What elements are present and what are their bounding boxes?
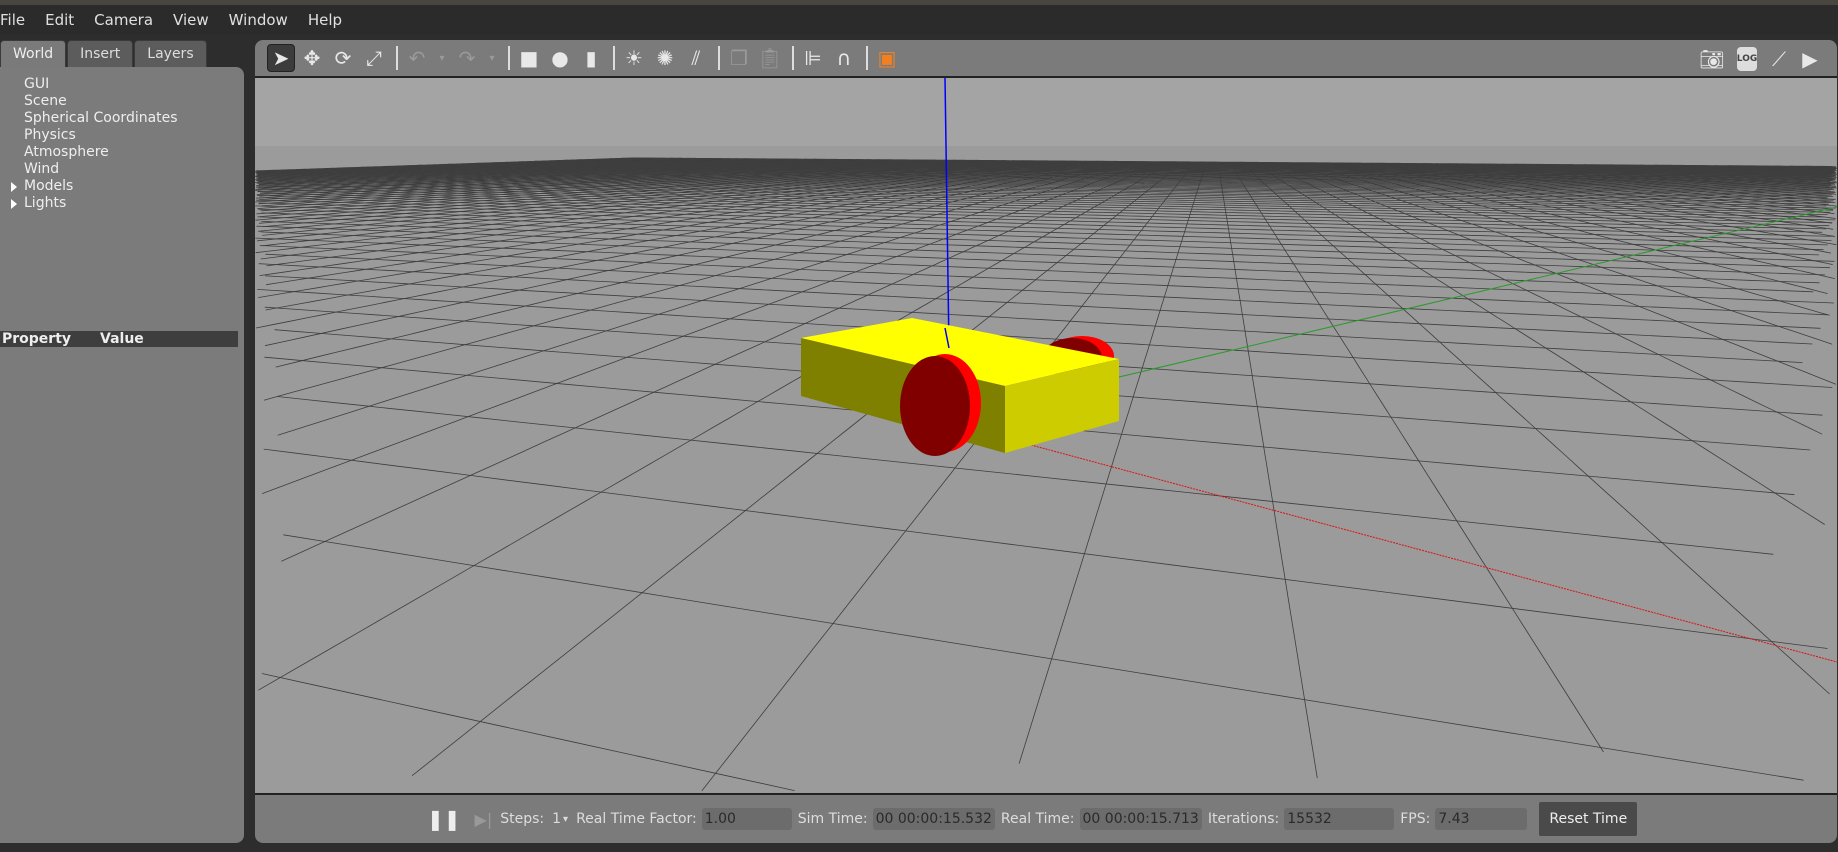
rtf-label: Real Time Factor:: [576, 811, 697, 827]
plot-icon[interactable]: ⟋: [1765, 45, 1793, 73]
grid-line: [261, 673, 795, 791]
menu-help[interactable]: Help: [308, 11, 342, 29]
tree-item-wind[interactable]: Wind: [0, 161, 244, 178]
steps-value[interactable]: 1: [552, 811, 561, 827]
real-time-label: Real Time:: [1000, 811, 1075, 827]
toolbar-separator: [396, 46, 398, 70]
sphere-shape-button[interactable]: ●: [546, 44, 574, 72]
grid-line: [1217, 162, 1318, 779]
menu-file[interactable]: File: [0, 11, 25, 29]
tree-item-scene[interactable]: Scene: [0, 93, 244, 110]
pause-button[interactable]: ❚❚: [427, 807, 461, 831]
toolbar-separator: [613, 46, 615, 70]
menu-edit[interactable]: Edit: [45, 11, 74, 29]
robot-model[interactable]: [801, 318, 1119, 456]
reset-time-button[interactable]: Reset Time: [1539, 802, 1638, 836]
align-button[interactable]: ⊫: [799, 44, 827, 72]
scene-canvas: [255, 78, 1837, 792]
toolbar-separator: [866, 46, 868, 70]
tree-item-gui[interactable]: GUI: [0, 76, 244, 93]
tab-insert[interactable]: Insert: [67, 40, 134, 67]
menu-window[interactable]: Window: [229, 11, 288, 29]
toolbar: ➤ ✥ ⟳ ⤢ ↶ ▾ ↷ ▾ ■ ● ▮ ☀ ✺ ⫽ ❐ 📋︎ ⊫ ∩ ▣ 📷…: [255, 40, 1837, 78]
3d-viewport[interactable]: [255, 78, 1837, 793]
left-panel: World Insert Layers GUI Scene Spherical …: [0, 40, 246, 843]
tree-item-lights[interactable]: Lights: [0, 195, 244, 212]
view-angle-button[interactable]: ▣: [873, 44, 901, 72]
sim-time-label: Sim Time:: [797, 811, 868, 827]
tree-label: Lights: [24, 195, 67, 211]
tree-item-models[interactable]: Models: [0, 178, 244, 195]
translate-mode-button[interactable]: ✥: [298, 44, 326, 72]
tree-label: Models: [24, 178, 74, 194]
spot-light-button[interactable]: ✺: [651, 44, 679, 72]
screenshot-camera-icon[interactable]: 📷︎: [1698, 45, 1726, 73]
fps-label: FPS:: [1400, 811, 1431, 827]
tree-item-atmosphere[interactable]: Atmosphere: [0, 144, 244, 161]
grid-line: [1228, 161, 1604, 753]
undo-button[interactable]: ↶: [403, 44, 431, 72]
real-time-field: 00 00:00:15.713: [1079, 808, 1202, 830]
render-panel: ➤ ✥ ⟳ ⤢ ↶ ▾ ↷ ▾ ■ ● ▮ ☀ ✺ ⫽ ❐ 📋︎ ⊫ ∩ ▣ 📷…: [255, 40, 1837, 843]
tab-layers[interactable]: Layers: [134, 40, 207, 67]
rotate-mode-button[interactable]: ⟳: [329, 44, 357, 72]
step-button[interactable]: ▶|: [475, 810, 493, 829]
tree-item-physics[interactable]: Physics: [0, 127, 244, 144]
redo-button[interactable]: ↷: [453, 44, 481, 72]
box-shape-button[interactable]: ■: [515, 44, 543, 72]
menu-camera[interactable]: Camera: [94, 11, 153, 29]
ground-grid: [255, 157, 1837, 792]
value-column-header: Value: [100, 331, 144, 347]
undo-dropdown-icon[interactable]: ▾: [434, 44, 450, 72]
steps-dropdown-icon[interactable]: ▾: [563, 814, 568, 825]
iterations-label: Iterations:: [1207, 811, 1280, 827]
select-mode-button[interactable]: ➤: [267, 44, 295, 72]
sim-time-field: 00 00:00:15.532: [872, 808, 995, 830]
scale-mode-button[interactable]: ⤢: [360, 44, 388, 72]
toolbar-separator: [718, 46, 720, 70]
cylinder-shape-button[interactable]: ▮: [577, 44, 605, 72]
point-light-button[interactable]: ☀: [620, 44, 648, 72]
y-axis-line: [1118, 206, 1837, 378]
menu-view[interactable]: View: [173, 11, 209, 29]
steps-label: Steps:: [500, 811, 545, 827]
copy-button[interactable]: ❐: [725, 44, 753, 72]
front-wheel: [900, 356, 970, 456]
fps-field: 7.43: [1435, 808, 1528, 830]
grid-line: [1018, 161, 1207, 764]
grid-line: [256, 225, 1820, 284]
expand-arrow-icon[interactable]: [11, 182, 17, 192]
grid-line: [256, 195, 1823, 233]
paste-button[interactable]: 📋︎: [756, 44, 784, 72]
world-panel: GUI Scene Spherical Coordinates Physics …: [0, 67, 244, 843]
property-table-header: Property Value: [0, 331, 238, 347]
video-record-icon[interactable]: ▶: [1796, 45, 1824, 73]
sky-horizon: [255, 78, 1837, 146]
grid-line: [265, 253, 1821, 329]
directional-light-button[interactable]: ⫽: [682, 44, 710, 72]
redo-dropdown-icon[interactable]: ▾: [484, 44, 500, 72]
grid-line: [263, 448, 1828, 649]
tab-world[interactable]: World: [0, 40, 67, 67]
simulation-control-bar: ❚❚ ▶| Steps: 1 ▾ Real Time Factor: 1.00 …: [255, 793, 1837, 843]
x-axis-line: [1030, 444, 1837, 663]
property-column-header: Property: [2, 331, 72, 347]
grid-line: [701, 161, 1196, 792]
grid-line: [283, 534, 1804, 781]
toolbar-separator: [508, 46, 510, 70]
iterations-field: 15532: [1284, 808, 1395, 830]
menu-bar: File Edit Camera View Window Help: [0, 5, 1838, 35]
toolbar-separator: [792, 46, 794, 70]
tree-item-spherical-coordinates[interactable]: Spherical Coordinates: [0, 110, 244, 127]
rtf-field: 1.00: [701, 808, 792, 830]
expand-arrow-icon[interactable]: [11, 199, 17, 209]
world-tree: GUI Scene Spherical Coordinates Physics …: [0, 67, 244, 212]
grid-line: [411, 161, 1185, 777]
log-button[interactable]: LOG: [1737, 47, 1757, 71]
snap-button[interactable]: ∩: [830, 44, 858, 72]
